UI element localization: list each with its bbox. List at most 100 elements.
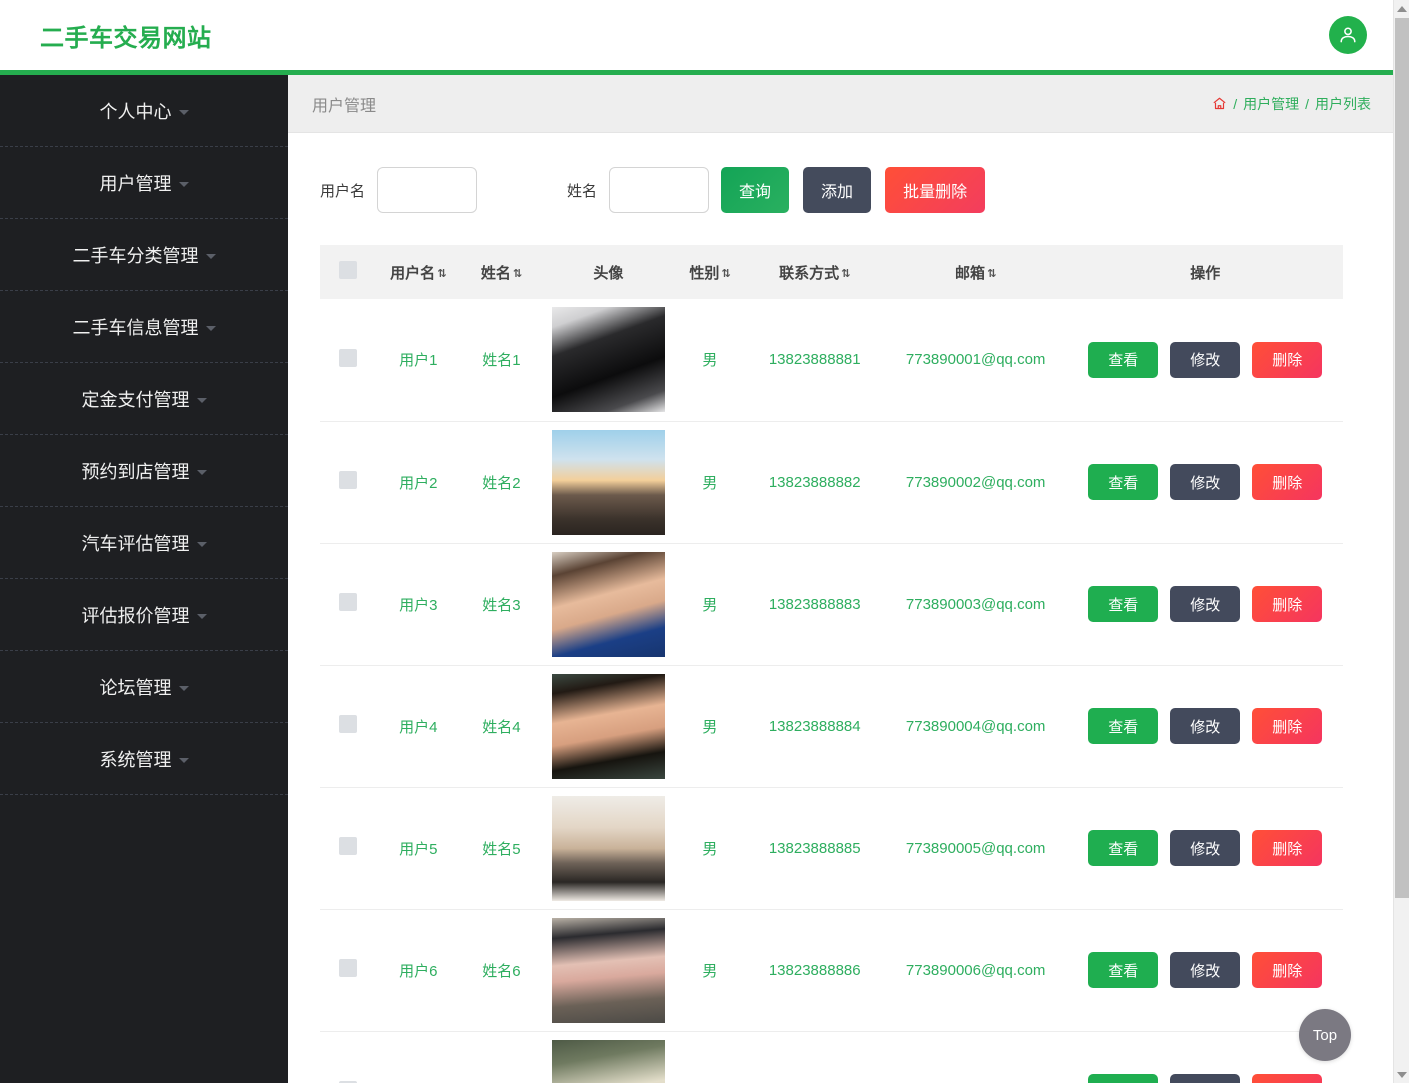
row-checkbox[interactable] [339,471,357,489]
th-gender[interactable]: 性别⇅ [674,245,745,299]
cell-username[interactable]: 用户4 [376,665,460,787]
cell-name[interactable]: 姓名6 [460,909,542,1031]
chevron-down-icon [197,614,207,619]
breadcrumb-link-user-list[interactable]: 用户列表 [1315,94,1371,114]
cell-phone: 13823899999 [746,1031,884,1083]
edit-button[interactable]: 修改 [1170,586,1240,622]
page-scrollbar[interactable] [1393,0,1409,1083]
name-filter-label: 姓名 [567,180,597,201]
avatar-photo-4[interactable] [552,674,665,779]
delete-button[interactable]: 删除 [1252,952,1322,988]
cell-avatar [543,1031,675,1083]
sidebar-item-store-appointment-management[interactable]: 预约到店管理 [0,435,288,507]
user-avatar-button[interactable] [1329,16,1367,54]
sidebar-item-deposit-payment-management[interactable]: 定金支付管理 [0,363,288,435]
sidebar-item-user-management[interactable]: 用户管理 [0,147,288,219]
row-select-cell [320,1031,376,1083]
scrollbar-down-arrow[interactable] [1394,1066,1409,1083]
cell-gender: 男 [674,421,745,543]
name-search-input[interactable] [609,167,709,213]
th-avatar-label: 头像 [593,265,623,282]
view-button[interactable]: 查看 [1088,952,1158,988]
edit-button[interactable]: 修改 [1170,464,1240,500]
sidebar-item-assessment-quote-management[interactable]: 评估报价管理 [0,579,288,651]
cell-avatar [543,543,675,665]
scrollbar-up-arrow[interactable] [1394,0,1409,17]
query-button[interactable]: 查询 [721,167,789,213]
view-button[interactable]: 查看 [1088,1074,1158,1083]
sidebar-item-label: 预约到店管理 [82,458,190,484]
edit-button[interactable]: 修改 [1170,1074,1240,1083]
th-phone-label: 联系方式 [779,265,839,282]
delete-button[interactable]: 删除 [1252,342,1322,378]
sidebar-item-personal-center[interactable]: 个人中心 [0,75,288,147]
cell-username[interactable]: 用户3 [376,543,460,665]
row-checkbox[interactable] [339,593,357,611]
sidebar-item-label: 二手车分类管理 [73,242,199,268]
add-button[interactable]: 添加 [803,167,871,213]
sort-icon[interactable]: ⇅ [437,269,446,280]
view-button[interactable]: 查看 [1088,708,1158,744]
edit-button[interactable]: 修改 [1170,830,1240,866]
row-select-cell [320,299,376,421]
sidebar-item-car-info-management[interactable]: 二手车信息管理 [0,291,288,363]
delete-button[interactable]: 删除 [1252,464,1322,500]
cell-name[interactable]: 姓名4 [460,665,542,787]
th-username[interactable]: 用户名⇅ [376,245,460,299]
delete-button[interactable]: 删除 [1252,1074,1322,1083]
page-title: 用户管理 [312,92,376,116]
cell-name[interactable]: 姓名2 [460,421,542,543]
th-email[interactable]: 邮箱⇅ [884,245,1068,299]
cell-phone: 13823888885 [746,787,884,909]
sidebar-item-car-category-management[interactable]: 二手车分类管理 [0,219,288,291]
avatar-photo-5[interactable] [552,796,665,901]
cell-name[interactable]: 陈先生 [460,1031,542,1083]
edit-button[interactable]: 修改 [1170,342,1240,378]
sort-icon[interactable]: ⇅ [987,269,996,280]
select-all-checkbox[interactable] [339,261,357,279]
delete-button[interactable]: 删除 [1252,586,1322,622]
cell-username[interactable]: 用户1 [376,299,460,421]
avatar-photo-2[interactable] [552,430,665,535]
breadcrumb-link-user-management[interactable]: 用户管理 [1243,94,1299,114]
delete-button[interactable]: 删除 [1252,830,1322,866]
sidebar-item-system-management[interactable]: 系统管理 [0,723,288,795]
batch-delete-button[interactable]: 批量删除 [885,167,985,213]
cell-username[interactable]: 11 [376,1031,460,1083]
scrollbar-thumb[interactable] [1395,18,1409,898]
cell-username[interactable]: 用户5 [376,787,460,909]
scroll-to-top-button[interactable]: Top [1299,1009,1351,1061]
row-checkbox[interactable] [339,959,357,977]
username-search-input[interactable] [377,167,477,213]
sidebar-item-forum-management[interactable]: 论坛管理 [0,651,288,723]
sidebar-item-car-assessment-management[interactable]: 汽车评估管理 [0,507,288,579]
sort-icon[interactable]: ⇅ [513,269,522,280]
avatar-photo-1[interactable] [552,307,665,412]
cell-username[interactable]: 用户6 [376,909,460,1031]
view-button[interactable]: 查看 [1088,586,1158,622]
edit-button[interactable]: 修改 [1170,708,1240,744]
row-checkbox[interactable] [339,715,357,733]
cell-name[interactable]: 姓名1 [460,299,542,421]
th-name[interactable]: 姓名⇅ [460,245,542,299]
home-icon[interactable] [1212,96,1227,111]
sidebar-nav: 个人中心 用户管理 二手车分类管理 二手车信息管理 定金支付管理 预约到店管理 … [0,75,288,1083]
view-button[interactable]: 查看 [1088,830,1158,866]
sort-icon[interactable]: ⇅ [841,269,850,280]
th-phone[interactable]: 联系方式⇅ [746,245,884,299]
cell-gender: 男 [674,543,745,665]
avatar-photo-6[interactable] [552,918,665,1023]
row-checkbox[interactable] [339,349,357,367]
cell-actions: 查看修改删除 [1067,421,1343,543]
row-checkbox[interactable] [339,837,357,855]
avatar-photo-7[interactable] [552,1040,665,1083]
sort-icon[interactable]: ⇅ [721,269,730,280]
view-button[interactable]: 查看 [1088,464,1158,500]
cell-name[interactable]: 姓名3 [460,543,542,665]
view-button[interactable]: 查看 [1088,342,1158,378]
delete-button[interactable]: 删除 [1252,708,1322,744]
cell-username[interactable]: 用户2 [376,421,460,543]
edit-button[interactable]: 修改 [1170,952,1240,988]
cell-name[interactable]: 姓名5 [460,787,542,909]
avatar-photo-3[interactable] [552,552,665,657]
